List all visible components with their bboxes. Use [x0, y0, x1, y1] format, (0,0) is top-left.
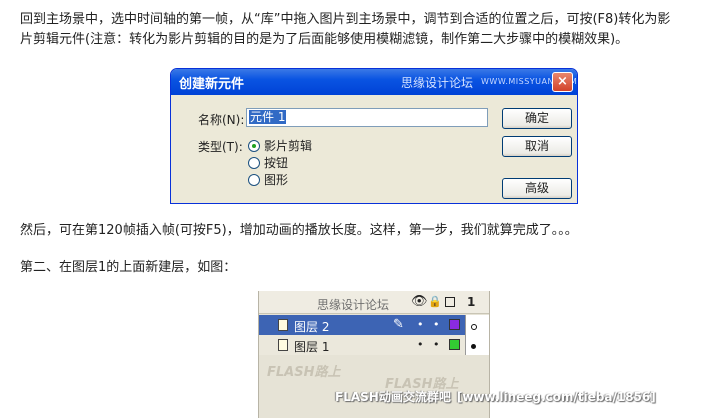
lock-dot-icon[interactable]: •	[433, 338, 440, 351]
eye-icon[interactable]: 👁	[411, 294, 428, 309]
visibility-dot-icon[interactable]: •	[417, 318, 424, 331]
visibility-dot-icon[interactable]: •	[417, 338, 424, 351]
radio-selected-icon	[248, 139, 260, 152]
layer-name: 图层 2	[294, 320, 330, 334]
layer-row-2[interactable]: 图层 2 ✎ • •	[259, 315, 489, 335]
watermark-logo: FLASH路上	[267, 365, 341, 380]
paragraph-4: 第二、在图层1的上面新建层，如图：	[20, 260, 237, 275]
cancel-button[interactable]: 取消	[502, 136, 572, 157]
radio-movie-clip-label: 影片剪辑	[264, 139, 313, 153]
outline-icon[interactable]	[445, 297, 455, 307]
type-label: 类型(T):	[198, 140, 243, 154]
paragraph-3: 然后，可在第120帧插入帧(可按F5)，增加动画的播放长度。这样，第一步，我们就…	[20, 223, 578, 238]
frame-cell[interactable]	[465, 335, 489, 355]
name-input-value: 元件 1	[249, 110, 287, 124]
outline-color-swatch[interactable]	[449, 339, 460, 350]
watermark-banner: FLASH动画交流群吧 [www.lineeg.com/tieba/1856]	[335, 388, 656, 405]
outline-color-swatch[interactable]	[449, 319, 460, 330]
keyframe-icon	[471, 344, 476, 349]
dialog-titlebar[interactable]: 创建新元件 思缘设计论坛 WWW.MISSYUAN.COM ×	[171, 69, 577, 95]
radio-unselected-icon	[248, 173, 260, 186]
close-button[interactable]: ×	[552, 72, 573, 92]
ok-button[interactable]: 确定	[502, 108, 572, 129]
banner-url: [www.lineeg.com/tieba/1856]	[456, 390, 656, 404]
radio-graphic-label: 图形	[264, 173, 289, 187]
frame-number: 1	[467, 295, 476, 309]
layer-icon	[278, 319, 288, 331]
layer-row-1[interactable]: 图层 1 • •	[259, 335, 489, 355]
radio-button[interactable]: 按钮	[248, 154, 288, 171]
dialog-title: 创建新元件	[179, 77, 245, 92]
paragraph-1: 回到主场景中，选中时间轴的第一帧，从“库”中拖入图片到主场景中，调节到合适的位置…	[20, 12, 671, 27]
titlebar-watermark: 思缘设计论坛	[401, 76, 474, 90]
radio-graphic[interactable]: 图形	[248, 171, 288, 188]
frame-cell[interactable]	[465, 315, 489, 335]
lock-icon[interactable]: 🔒	[428, 295, 442, 308]
paragraph-2: 片剪辑元件(注意：转化为影片剪辑的目的是为了后面能够使用模糊滤镜，制作第二大步骤…	[20, 32, 629, 47]
timeline-header: 思缘设计论坛 👁 🔒 1	[259, 291, 489, 314]
create-symbol-dialog: 创建新元件 思缘设计论坛 WWW.MISSYUAN.COM × 名称(N): 元…	[170, 68, 578, 204]
radio-button-label: 按钮	[264, 156, 289, 170]
empty-keyframe-icon	[471, 324, 477, 330]
layer-icon	[278, 339, 288, 351]
radio-unselected-icon	[248, 156, 260, 169]
advanced-button[interactable]: 高级	[502, 178, 572, 199]
pencil-icon: ✎	[393, 317, 404, 332]
layer-name: 图层 1	[294, 340, 330, 354]
lock-dot-icon[interactable]: •	[433, 318, 440, 331]
timeline-watermark: 思缘设计论坛	[317, 298, 390, 312]
name-input[interactable]: 元件 1	[246, 108, 488, 127]
name-label: 名称(N):	[198, 113, 245, 127]
banner-text: FLASH动画交流群吧	[335, 390, 451, 404]
radio-movie-clip[interactable]: 影片剪辑	[248, 137, 312, 154]
